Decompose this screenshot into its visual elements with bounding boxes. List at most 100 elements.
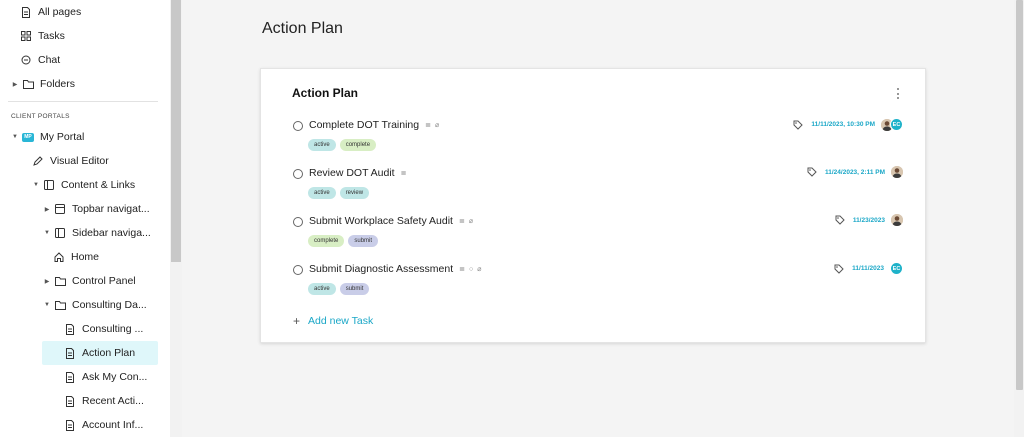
task-checkbox[interactable] bbox=[293, 217, 303, 227]
tag-chip[interactable]: submit bbox=[339, 283, 370, 295]
tag-icon[interactable] bbox=[834, 264, 844, 274]
sidebar-item-ask-my-consultant[interactable]: Ask My Con... bbox=[64, 365, 147, 389]
task-meta: 11/11/2023, 10:30 PM EC bbox=[793, 118, 903, 131]
task-name-wrap: Submit Diagnostic Assessment ≣ ○ ⌀ bbox=[309, 263, 481, 275]
pencil-icon bbox=[32, 155, 44, 167]
main-scrollbar-thumb[interactable] bbox=[1016, 0, 1023, 390]
sidebar-item-label: Chat bbox=[38, 54, 61, 66]
sidebar-item-label: Consulting Da... bbox=[72, 299, 147, 311]
task-meta: 11/24/2023, 2:11 PM bbox=[807, 166, 903, 178]
task-row[interactable]: Review DOT Audit ≣ active review 11/24/2… bbox=[293, 166, 913, 207]
add-task-button[interactable]: + Add new Task bbox=[293, 314, 373, 328]
task-tags: active complete bbox=[308, 139, 377, 151]
tag-chip[interactable]: active bbox=[308, 187, 336, 199]
task-tags: active review bbox=[308, 187, 370, 199]
sidebar-item-chat[interactable]: Chat bbox=[20, 48, 60, 72]
tag-icon[interactable] bbox=[835, 215, 845, 225]
task-name[interactable]: Review DOT Audit bbox=[309, 167, 395, 179]
task-name-wrap: Complete DOT Training ≣ ⌀ bbox=[309, 119, 439, 131]
chevron-down-icon[interactable]: ▼ bbox=[32, 182, 40, 188]
description-icon: ≣ bbox=[459, 266, 466, 273]
sidebar-item-folders[interactable]: ▶ Folders bbox=[11, 72, 75, 96]
tag-chip[interactable]: active bbox=[308, 283, 336, 295]
task-indicators: ≣ ⌀ bbox=[425, 121, 439, 129]
document-icon bbox=[64, 323, 76, 335]
chevron-down-icon[interactable]: ▼ bbox=[43, 230, 51, 236]
tag-chip[interactable]: complete bbox=[308, 235, 345, 247]
task-name[interactable]: Complete DOT Training bbox=[309, 119, 419, 131]
sidebar-item-label: Sidebar naviga... bbox=[72, 227, 151, 239]
due-date[interactable]: 11/23/2023 bbox=[853, 217, 885, 224]
layout-icon bbox=[54, 227, 66, 239]
tag-chip[interactable]: active bbox=[308, 139, 336, 151]
sidebar-item-account-info[interactable]: Account Inf... bbox=[64, 413, 143, 437]
task-row[interactable]: Submit Workplace Safety Audit ≣ ⌀ comple… bbox=[293, 214, 913, 255]
sidebar-item-label: Ask My Con... bbox=[82, 371, 148, 383]
document-icon bbox=[64, 395, 76, 407]
sidebar-item-all-pages[interactable]: All pages bbox=[20, 0, 81, 24]
window-icon bbox=[54, 203, 66, 215]
sidebar-item-consulting-dashboard[interactable]: ▼ Consulting Da... bbox=[43, 293, 147, 317]
sidebar-item-label: My Portal bbox=[40, 131, 85, 143]
description-icon: ≣ bbox=[425, 122, 431, 129]
tag-chip[interactable]: complete bbox=[339, 139, 377, 151]
due-date[interactable]: 11/11/2023 bbox=[852, 265, 884, 272]
sidebar-item-label: Home bbox=[71, 251, 100, 263]
chevron-right-icon[interactable]: ▶ bbox=[43, 278, 51, 285]
chevron-right-icon[interactable]: ▶ bbox=[11, 81, 19, 88]
assignees[interactable]: EC bbox=[881, 118, 903, 131]
page-title: Action Plan bbox=[262, 20, 343, 37]
sidebar-item-label: Consulting ... bbox=[82, 323, 144, 335]
sidebar-item-recent-activity[interactable]: Recent Acti... bbox=[64, 389, 144, 413]
sidebar-scrollbar-thumb[interactable] bbox=[171, 0, 181, 262]
chevron-down-icon[interactable]: ▼ bbox=[43, 302, 51, 308]
more-options-icon[interactable] bbox=[896, 88, 900, 99]
sidebar-item-content-links[interactable]: ▼ Content & Links bbox=[32, 173, 135, 197]
attachment-icon: ⌀ bbox=[477, 266, 482, 273]
assignees[interactable]: EC bbox=[890, 262, 903, 275]
attachment-icon: ⌀ bbox=[434, 122, 440, 129]
tag-icon[interactable] bbox=[807, 167, 817, 177]
task-checkbox[interactable] bbox=[293, 121, 303, 131]
avatar bbox=[891, 214, 903, 226]
task-checkbox[interactable] bbox=[293, 265, 303, 275]
chevron-down-icon[interactable]: ▼ bbox=[11, 134, 19, 140]
assignees[interactable] bbox=[891, 166, 903, 178]
description-icon: ≣ bbox=[458, 218, 465, 225]
sidebar-item-label: Control Panel bbox=[72, 275, 136, 287]
sidebar-item-visual-editor[interactable]: Visual Editor bbox=[32, 149, 109, 173]
task-name[interactable]: Submit Workplace Safety Audit bbox=[309, 215, 453, 227]
task-row[interactable]: Submit Diagnostic Assessment ≣ ○ ⌀ activ… bbox=[293, 262, 913, 303]
sidebar-item-tasks[interactable]: Tasks bbox=[20, 24, 65, 48]
sidebar-item-consulting[interactable]: Consulting ... bbox=[64, 317, 143, 341]
sidebar-item-label: Action Plan bbox=[82, 347, 136, 359]
sidebar-item-home[interactable]: Home bbox=[53, 245, 99, 269]
layout-icon bbox=[43, 179, 55, 191]
sidebar-item-sidebar-navigation[interactable]: ▼ Sidebar naviga... bbox=[43, 221, 151, 245]
grid-icon bbox=[20, 30, 32, 42]
task-name-wrap: Submit Workplace Safety Audit ≣ ⌀ bbox=[309, 215, 473, 227]
tag-icon[interactable] bbox=[793, 120, 804, 130]
sidebar-item-topbar-navigation[interactable]: ▶ Topbar navigat... bbox=[43, 197, 150, 221]
folder-icon bbox=[54, 299, 66, 311]
sidebar-item-my-portal[interactable]: ▼ MP My Portal bbox=[11, 125, 84, 149]
document-icon bbox=[64, 419, 76, 431]
sidebar-item-label: Account Inf... bbox=[82, 419, 144, 431]
sidebar-item-control-panel[interactable]: ▶ Control Panel bbox=[43, 269, 136, 293]
chevron-right-icon[interactable]: ▶ bbox=[43, 206, 51, 213]
attachment-icon: ⌀ bbox=[468, 218, 474, 225]
due-date[interactable]: 11/24/2023, 2:11 PM bbox=[825, 169, 885, 176]
sidebar-item-label: Tasks bbox=[38, 30, 65, 42]
avatar-initials: EC bbox=[890, 118, 903, 131]
assignees[interactable] bbox=[891, 214, 903, 226]
folder-icon bbox=[54, 275, 66, 287]
due-date[interactable]: 11/11/2023, 10:30 PM bbox=[811, 121, 875, 128]
task-checkbox[interactable] bbox=[293, 169, 303, 179]
sidebar-item-action-plan[interactable]: Action Plan bbox=[42, 341, 158, 365]
task-row[interactable]: Complete DOT Training ≣ ⌀ active complet… bbox=[293, 118, 913, 159]
task-name[interactable]: Submit Diagnostic Assessment bbox=[309, 263, 453, 275]
section-label: CLIENT PORTALS bbox=[11, 113, 70, 120]
sidebar-item-label: Topbar navigat... bbox=[72, 203, 150, 215]
tag-chip[interactable]: submit bbox=[348, 235, 379, 247]
tag-chip[interactable]: review bbox=[339, 187, 370, 199]
